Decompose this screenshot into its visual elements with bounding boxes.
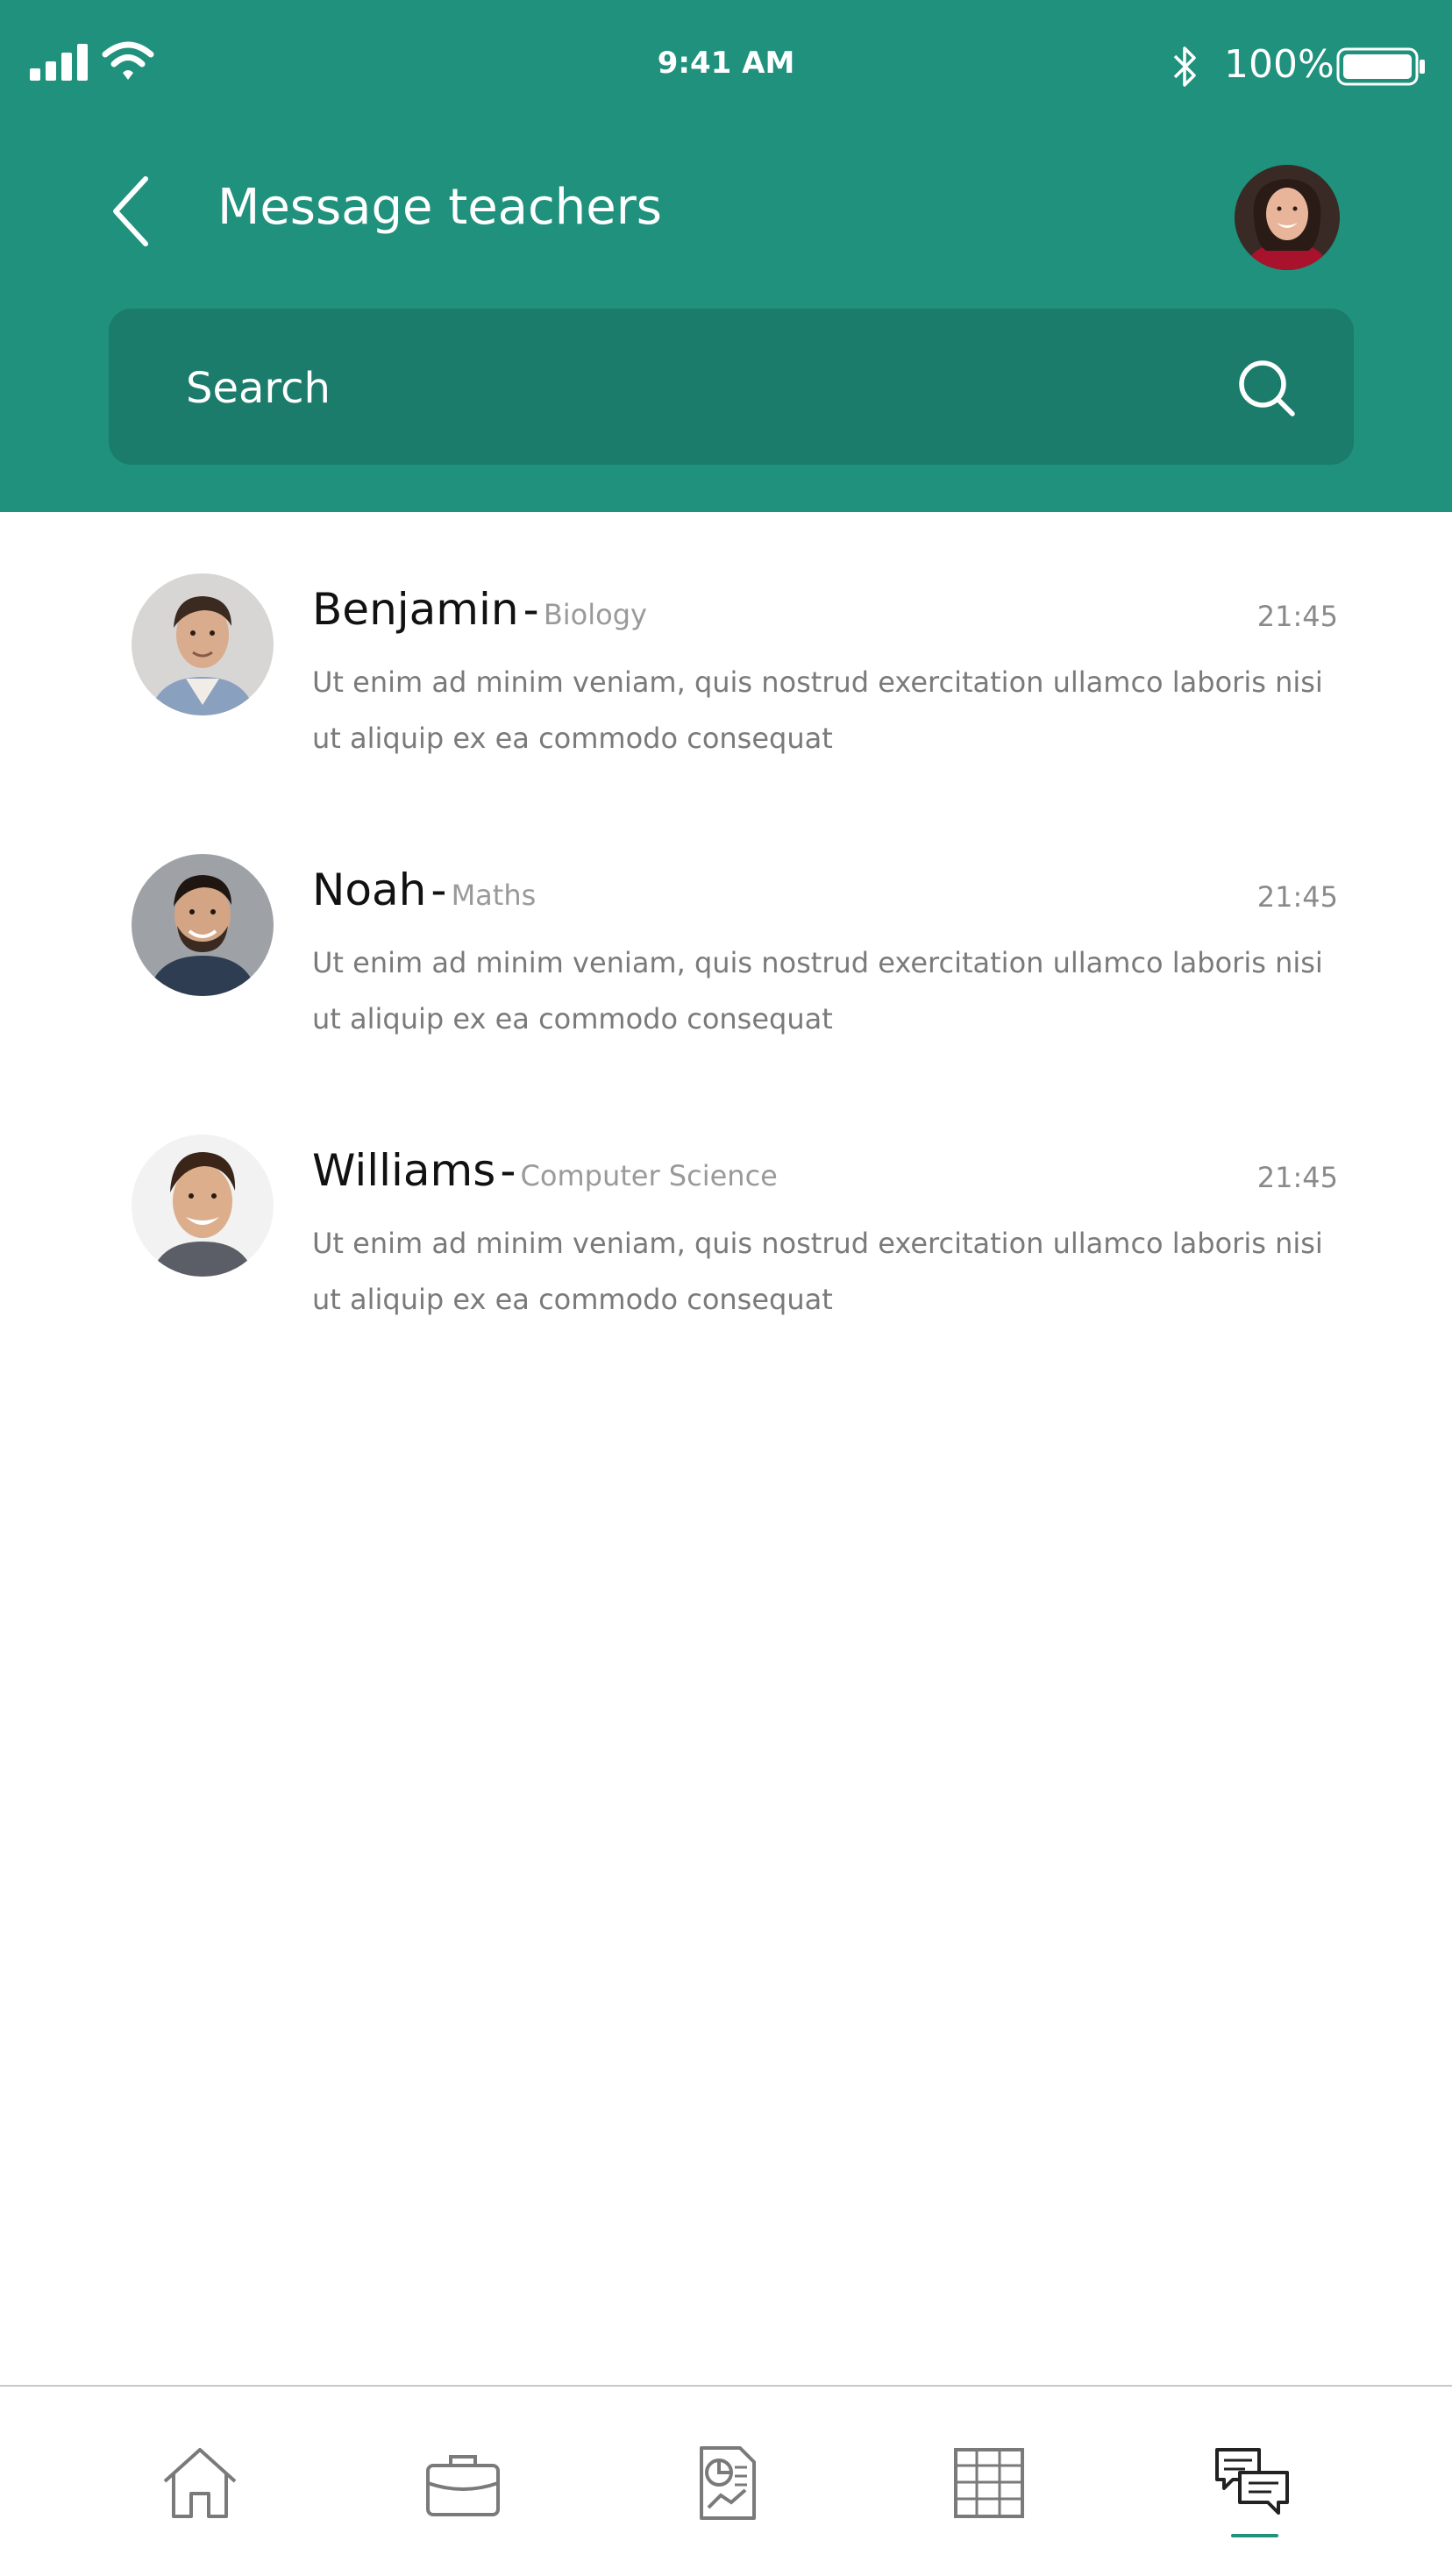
report-icon[interactable] [684,2441,768,2525]
battery-percent: 100% [1224,42,1335,87]
briefcase-icon[interactable] [421,2441,505,2525]
teacher-name: Williams [312,1145,496,1196]
home-icon[interactable] [158,2441,242,2525]
name-line: Benjamin - Biology [312,584,647,635]
teacher-name: Benjamin [312,584,519,635]
page-title: Message teachers [217,179,662,236]
conversation-item-noah[interactable]: Noah - Maths 21:45 Ut enim ad minim veni… [0,793,1452,1035]
bluetooth-icon [1173,46,1196,87]
name-line: Williams - Computer Science [312,1145,778,1196]
search-input[interactable] [184,351,1205,426]
avatar [132,1135,274,1277]
back-button[interactable] [105,172,158,251]
message-time: 21:45 [1256,880,1338,914]
teacher-name: Noah [312,865,427,915]
status-bar: 9:41 AM 100% [0,0,1452,132]
message-preview: Ut enim ad minim veniam, quis nostrud ex… [312,946,1323,1035]
avatar [1235,165,1340,270]
conversation-item-benjamin[interactable]: Benjamin - Biology 21:45 Ut enim ad mini… [0,512,1452,755]
teacher-subject: Computer Science [520,1159,778,1192]
avatar [132,854,274,996]
bottom-nav [0,2385,1452,2576]
profile-avatar[interactable] [1235,165,1340,270]
avatar [132,573,274,715]
teacher-subject: Maths [451,879,537,912]
message-time: 21:45 [1256,600,1338,633]
header: 9:41 AM 100% Message teachers [0,0,1452,512]
teacher-subject: Biology [543,598,647,631]
teacher-photo [132,1135,274,1277]
teacher-photo [132,854,274,996]
messages-icon[interactable] [1210,2441,1294,2525]
separator: - [523,584,539,635]
name-line: Noah - Maths [312,865,536,915]
message-time: 21:45 [1256,1161,1338,1194]
message-preview: Ut enim ad minim veniam, quis nostrud ex… [312,665,1323,755]
teacher-photo [132,573,274,715]
timetable-icon[interactable] [947,2441,1031,2525]
search-box [109,309,1354,465]
battery-icon [1336,47,1425,86]
message-preview: Ut enim ad minim veniam, quis nostrud ex… [312,1227,1323,1316]
separator: - [500,1145,516,1196]
active-tab-indicator [1231,2534,1278,2537]
search-icon[interactable] [1231,352,1305,426]
conversation-item-williams[interactable]: Williams - Computer Science 21:45 Ut eni… [0,1073,1452,1316]
separator: - [431,865,447,915]
